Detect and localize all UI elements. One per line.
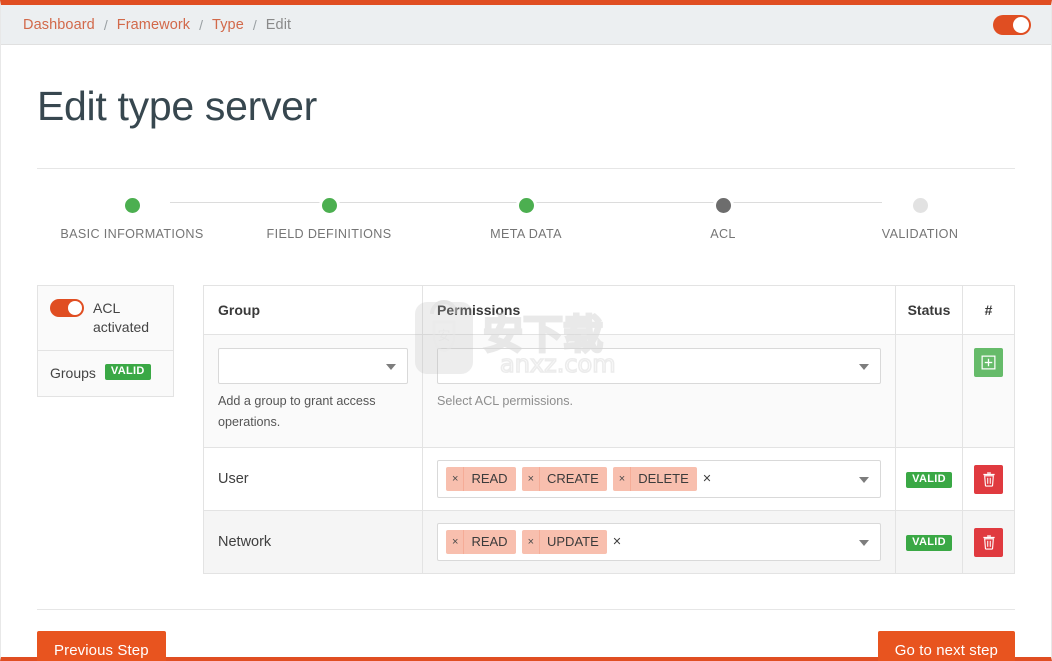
groups-label: Groups (50, 365, 96, 381)
permissions-select[interactable] (437, 348, 881, 384)
clear-all-icon[interactable]: × (613, 534, 621, 550)
wizard-footer: Previous Step Go to next step (37, 609, 1015, 661)
breadcrumb-item-type[interactable]: Type (212, 17, 244, 33)
acl-activated-toggle[interactable] (50, 299, 84, 317)
acl-activated-row[interactable]: ACL activated (38, 286, 173, 350)
chevron-down-icon[interactable] (859, 477, 869, 483)
permissions-help-text: Select ACL permissions. (437, 394, 574, 408)
permission-tag[interactable]: × UPDATE (521, 530, 607, 554)
permission-tag[interactable]: × READ (446, 530, 516, 554)
global-toggle-switch[interactable] (993, 14, 1031, 35)
breadcrumb-separator: / (252, 16, 257, 33)
cell-actions (962, 510, 1015, 574)
app-page: Dashboard / Framework / Type / Edit Edit… (0, 0, 1052, 661)
cell-actions (962, 447, 1015, 511)
delete-acl-entry-button[interactable] (974, 464, 1003, 494)
tag-remove-icon[interactable]: × (522, 530, 540, 554)
delete-acl-entry-button[interactable] (974, 527, 1003, 557)
cell-new-actions (962, 334, 1015, 448)
status-badge: VALID (906, 472, 952, 488)
permission-tag[interactable]: × READ (446, 467, 516, 491)
previous-step-button[interactable]: Previous Step (37, 631, 166, 661)
tag-label: CREATE (547, 471, 599, 486)
step-dot-pending-icon (909, 195, 931, 216)
toggle-knob (1013, 16, 1029, 33)
group-help-text: Add a group to grant access operations. (218, 394, 376, 429)
breadcrumb-separator: / (199, 16, 204, 33)
column-header-status: Status (895, 285, 963, 335)
tag-label: DELETE (638, 471, 689, 486)
step-dot-current-icon (712, 195, 734, 216)
cell-new-group: Add a group to grant access operations. (203, 334, 423, 448)
groups-status-badge: VALID (104, 364, 151, 380)
tag-remove-icon[interactable]: × (446, 530, 465, 554)
column-header-group: Group (203, 285, 423, 335)
add-acl-entry-button[interactable] (974, 348, 1003, 377)
main-content: ACL activated Groups VALID Group Permiss… (37, 285, 1015, 574)
step-label: META DATA (490, 227, 562, 241)
permission-tag[interactable]: × CREATE (521, 467, 607, 491)
cell-permissions: × READ × UPDATE × (422, 510, 896, 574)
chevron-down-icon (386, 364, 396, 370)
trash-icon (982, 471, 995, 487)
page-title: Edit type server (37, 83, 318, 129)
acl-side-panel: ACL activated Groups VALID (37, 285, 174, 397)
breadcrumb-separator: / (103, 16, 108, 33)
column-header-permissions: Permissions (422, 285, 896, 335)
acl-activated-label: ACL activated (93, 300, 150, 335)
acl-table-body: Add a group to grant access operations. … (203, 334, 1015, 574)
step-dot-done-icon (515, 195, 537, 216)
column-header-actions: # (962, 285, 1015, 335)
trash-icon (982, 534, 995, 550)
step-label: BASIC INFORMATIONS (60, 227, 204, 241)
step-label: VALIDATION (881, 227, 959, 241)
step-dot-done-icon (318, 195, 340, 216)
stepper-section: BASIC INFORMATIONS FIELD DEFINITIONS MET… (37, 168, 1015, 241)
toggle-knob (68, 301, 82, 315)
acl-table-head: Group Permissions Status # (203, 285, 1015, 335)
step-dot-done-icon (121, 195, 143, 216)
table-header-row: Group Permissions Status # (203, 285, 1015, 335)
table-row-add-entry: Add a group to grant access operations. … (203, 334, 1015, 448)
table-row: User × READ × CREATE × DELETE × VALID (203, 447, 1015, 511)
cell-status: VALID (895, 510, 963, 574)
breadcrumb-bar: Dashboard / Framework / Type / Edit (1, 5, 1051, 45)
cell-new-status (895, 334, 963, 448)
next-step-button[interactable]: Go to next step (877, 631, 1015, 661)
breadcrumb-item-dashboard[interactable]: Dashboard (23, 17, 95, 33)
cell-group-name: Network (203, 510, 423, 574)
acl-table: Group Permissions Status # Add a group t… (203, 285, 1015, 574)
plus-square-icon (981, 355, 996, 370)
group-select[interactable] (218, 348, 408, 384)
permission-tag[interactable]: × DELETE (612, 467, 697, 491)
stepper: BASIC INFORMATIONS FIELD DEFINITIONS MET… (37, 195, 1015, 241)
table-row: Network × READ × UPDATE × VALID (203, 510, 1015, 574)
tag-label: READ (471, 471, 508, 486)
tag-remove-icon[interactable]: × (446, 467, 465, 491)
breadcrumb-item-framework[interactable]: Framework (117, 17, 190, 33)
step-label: FIELD DEFINITIONS (266, 227, 392, 241)
step-label: ACL (710, 227, 736, 241)
permissions-multiselect[interactable]: × READ × CREATE × DELETE × (437, 460, 881, 498)
cell-group-name: User (203, 447, 423, 511)
permissions-multiselect[interactable]: × READ × UPDATE × (437, 523, 881, 561)
cell-new-permissions: Select ACL permissions. (422, 334, 896, 448)
breadcrumb-item-edit: Edit (265, 16, 292, 33)
tag-remove-icon[interactable]: × (613, 467, 632, 491)
status-badge: VALID (906, 535, 952, 551)
tag-label: UPDATE (547, 534, 599, 549)
cell-status: VALID (895, 447, 963, 511)
tag-label: READ (471, 534, 508, 549)
chevron-down-icon[interactable] (859, 540, 869, 546)
groups-row[interactable]: Groups VALID (38, 350, 173, 396)
cell-permissions: × READ × CREATE × DELETE × (422, 447, 896, 511)
clear-all-icon[interactable]: × (703, 471, 711, 487)
chevron-down-icon (859, 364, 869, 370)
tag-remove-icon[interactable]: × (522, 467, 540, 491)
